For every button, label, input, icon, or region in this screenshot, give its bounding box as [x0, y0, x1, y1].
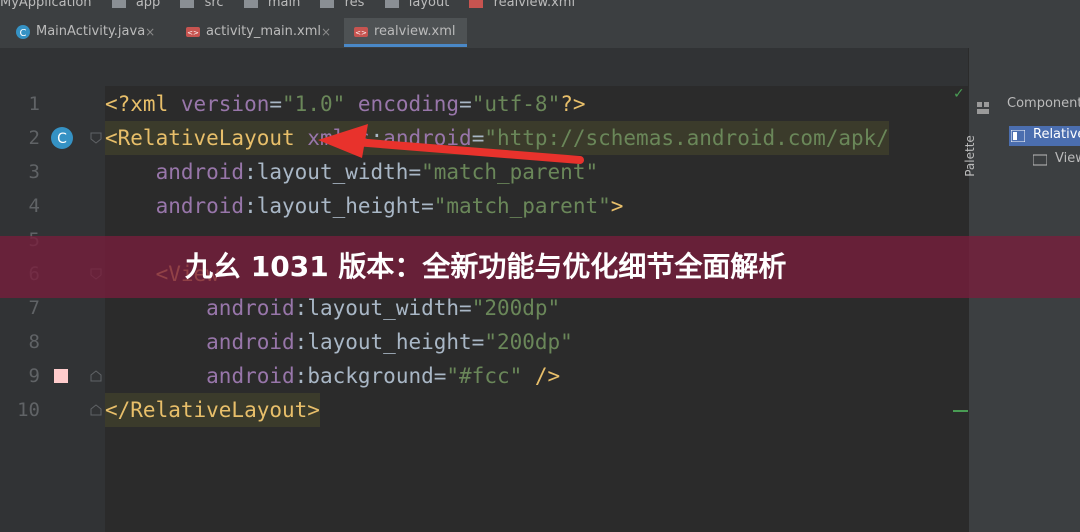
fold-icon[interactable] — [90, 132, 102, 144]
code-token: "match_parent" — [433, 194, 611, 218]
svg-text:<>: <> — [187, 29, 199, 37]
folder-icon — [320, 0, 335, 8]
line-number-gutter[interactable]: 1 2 C 3 4 5 6 7 8 9 10 — [0, 86, 105, 532]
code-token: android — [155, 160, 245, 184]
layout-icon — [1011, 130, 1025, 142]
banner-title: 九幺 1031 版本：全新功能与优化细节全面解析 — [185, 250, 787, 283]
change-marker — [953, 410, 968, 412]
banner-text-wrap: 九幺 1031 版本：全新功能与优化细节全面解析 — [0, 236, 1080, 298]
line-number: 3 — [28, 161, 40, 183]
line-number: 9 — [28, 365, 40, 387]
line-number: 4 — [28, 195, 40, 217]
code-token: android — [206, 364, 295, 388]
tab-label: activity_main.xml — [206, 24, 322, 39]
code-token: "200dp" — [471, 296, 561, 320]
inspection-ok-icon[interactable]: ✓ — [953, 86, 965, 102]
fold-end-icon[interactable] — [90, 370, 102, 382]
tab-label: realview.xml — [374, 24, 456, 39]
line-number: 8 — [28, 331, 40, 353]
code-line[interactable]: <?xml version="1.0" encoding="utf-8"?> — [105, 87, 586, 121]
annotation-arrow-icon — [318, 124, 584, 164]
component-tree-title: Component — [1007, 96, 1080, 111]
tab-label: MainActivity.java — [36, 24, 146, 39]
code-token: /> — [534, 364, 561, 388]
breadcrumb-item[interactable]: MyApplication — [0, 0, 92, 9]
editor-tab-bar: C MainActivity.java × <> activity_main.x… — [0, 14, 1080, 49]
breadcrumb-item[interactable]: layout — [409, 0, 450, 9]
code-token: > — [610, 194, 624, 218]
code-token: android — [206, 330, 295, 354]
code-token: :background= — [294, 364, 447, 388]
line-number: 1 — [28, 93, 40, 115]
code-token: :layout_width= — [294, 296, 472, 320]
breadcrumb-item[interactable]: realview.xml — [494, 0, 575, 9]
code-line[interactable]: </RelativeLayout> — [105, 393, 320, 427]
code-token: :layout_height= — [294, 330, 485, 354]
line-number: 2 — [28, 127, 40, 149]
code-token: <?xml — [105, 92, 181, 116]
code-line[interactable]: android:layout_height="200dp" — [105, 325, 573, 359]
tab-activity-main[interactable]: <> activity_main.xml × — [176, 18, 333, 46]
code-token: "#fcc" — [446, 364, 523, 388]
code-token: android — [155, 194, 245, 218]
code-line[interactable]: android:background="#fcc" /> — [105, 359, 560, 393]
code-token: ?> — [560, 92, 586, 116]
code-token: encoding — [357, 92, 460, 116]
code-line[interactable]: android:layout_height="match_parent"> — [105, 189, 624, 223]
code-token: </RelativeLayout> — [105, 398, 320, 422]
java-class-icon: C — [16, 25, 30, 39]
tab-mainactivity[interactable]: C MainActivity.java × — [6, 18, 157, 46]
breadcrumb-item[interactable]: app — [136, 0, 160, 9]
code-token: android — [206, 296, 295, 320]
folder-icon — [180, 0, 195, 8]
line-number: 10 — [17, 399, 40, 421]
code-token: "200dp" — [484, 330, 573, 354]
xml-layout-icon: <> — [354, 27, 368, 37]
code-token: version — [180, 92, 270, 116]
palette-icon — [977, 102, 989, 114]
color-swatch-icon[interactable] — [54, 369, 68, 383]
code-token: = — [459, 92, 472, 116]
code-token: = — [269, 92, 283, 116]
editor-header-strip — [0, 48, 1080, 86]
close-icon[interactable]: × — [145, 18, 155, 46]
breadcrumb-item[interactable]: main — [268, 0, 300, 9]
palette-label: Palette — [962, 135, 977, 177]
tree-item-label: Relative — [1033, 127, 1080, 142]
tree-item-label: View — [1055, 151, 1080, 166]
code-token: "1.0" — [282, 92, 346, 116]
breadcrumb-item[interactable]: src — [205, 0, 224, 9]
tree-item-view[interactable]: View — [1031, 150, 1080, 170]
code-token: <RelativeLayout — [105, 126, 308, 150]
tab-realview[interactable]: <> realview.xml — [344, 18, 468, 47]
xml-file-icon — [469, 0, 484, 8]
folder-icon — [384, 0, 399, 8]
close-icon[interactable]: × — [321, 18, 331, 46]
class-reference-icon[interactable]: C — [50, 126, 74, 150]
folder-icon — [243, 0, 258, 8]
code-token: "utf-8" — [471, 92, 561, 116]
xml-layout-icon: <> — [186, 27, 200, 37]
tree-item-relativelayout[interactable]: Relative — [1009, 126, 1080, 146]
fold-end-icon[interactable] — [90, 404, 102, 416]
svg-text:<>: <> — [355, 29, 367, 37]
palette-tool-tab[interactable]: Palette — [963, 94, 997, 224]
view-icon — [1033, 154, 1047, 166]
breadcrumb-item[interactable]: res — [345, 0, 365, 9]
code-token: :layout_height= — [244, 194, 434, 218]
svg-text:C: C — [57, 131, 67, 147]
svg-text:C: C — [20, 28, 27, 39]
folder-icon — [111, 0, 126, 8]
breadcrumb: MyApplication app src main res layout re… — [0, 0, 1080, 14]
